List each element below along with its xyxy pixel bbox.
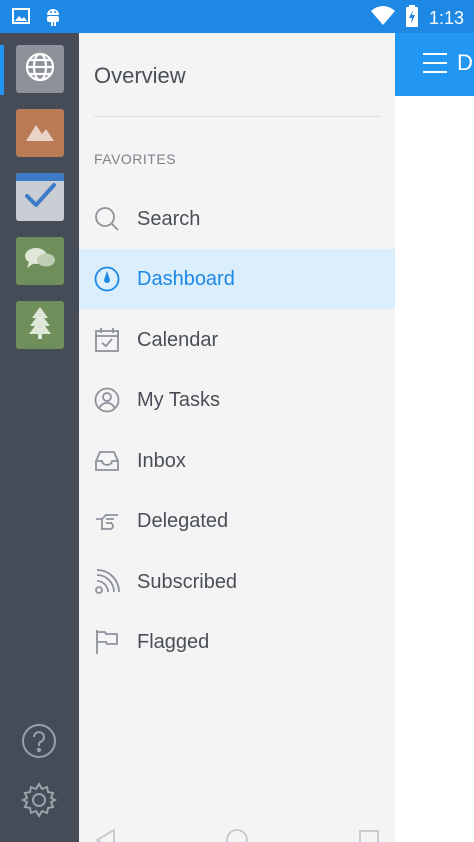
user-icon: [94, 387, 120, 413]
nav-item-subscribed[interactable]: Subscribed: [79, 552, 395, 612]
status-bar: 1:13: [0, 0, 474, 33]
nav-item-label: Inbox: [137, 449, 186, 472]
nav-item-inbox[interactable]: Inbox: [79, 431, 395, 491]
space-mountains[interactable]: [16, 109, 64, 157]
home-icon: [225, 828, 249, 842]
wifi-icon: [370, 6, 395, 31]
checkmark-icon: [23, 181, 57, 214]
settings-button[interactable]: [20, 781, 58, 823]
active-space-indicator: [0, 45, 4, 95]
recents-icon: [357, 828, 381, 842]
battery-charging-icon: [405, 5, 419, 32]
navigation-drawer: Overview FAVORITES Search Dashboard Cale…: [79, 33, 395, 842]
nav-item-delegated[interactable]: Delegated: [79, 491, 395, 551]
nav-item-label: Delegated: [137, 509, 229, 532]
nav-item-dashboard[interactable]: Dashboard: [79, 249, 395, 309]
section-label-favorites: FAVORITES: [94, 151, 177, 167]
rss-icon: [94, 569, 120, 595]
inbox-icon: [94, 448, 120, 474]
clock-time: 1:13: [428, 8, 464, 28]
image-icon: [12, 7, 30, 30]
globe-icon: [24, 51, 56, 88]
help-icon: [21, 723, 57, 764]
nav-item-label: Calendar: [137, 328, 219, 351]
space-chat[interactable]: [16, 237, 64, 285]
chat-bubbles-icon: [23, 245, 57, 278]
nav-item-label: Search: [137, 207, 201, 230]
nav-item-label: Flagged: [137, 630, 210, 653]
space-checkmark[interactable]: [16, 173, 64, 221]
search-icon: [94, 206, 120, 232]
tree-icon: [28, 306, 52, 345]
space-tree[interactable]: [16, 301, 64, 349]
back-button[interactable]: [92, 828, 120, 842]
pointing-hand-icon: [94, 508, 120, 534]
back-icon: [94, 828, 118, 842]
menu-icon[interactable]: [423, 53, 447, 73]
flag-icon: [94, 629, 120, 655]
recents-button[interactable]: [355, 828, 383, 842]
spaces-rail: [0, 33, 79, 842]
android-icon: [44, 6, 62, 31]
gear-icon: [20, 781, 58, 823]
nav-item-flagged[interactable]: Flagged: [79, 612, 395, 672]
compass-icon: [94, 266, 120, 292]
nav-item-label: My Tasks: [137, 388, 220, 411]
nav-item-my-tasks[interactable]: My Tasks: [79, 370, 395, 430]
background-app-bar: D: [395, 33, 474, 96]
help-button[interactable]: [20, 723, 58, 764]
space-globe[interactable]: [16, 45, 64, 93]
calendar-icon: [94, 327, 120, 353]
mountains-icon: [24, 119, 56, 148]
nav-item-calendar[interactable]: Calendar: [79, 310, 395, 370]
background-title: D: [457, 50, 473, 75]
nav-item-label: Dashboard: [137, 267, 235, 290]
divider: [94, 116, 380, 117]
nav-item-label: Subscribed: [137, 570, 238, 593]
home-button[interactable]: [223, 828, 251, 842]
nav-item-search[interactable]: Search: [79, 189, 395, 249]
drawer-title[interactable]: Overview: [94, 63, 186, 89]
